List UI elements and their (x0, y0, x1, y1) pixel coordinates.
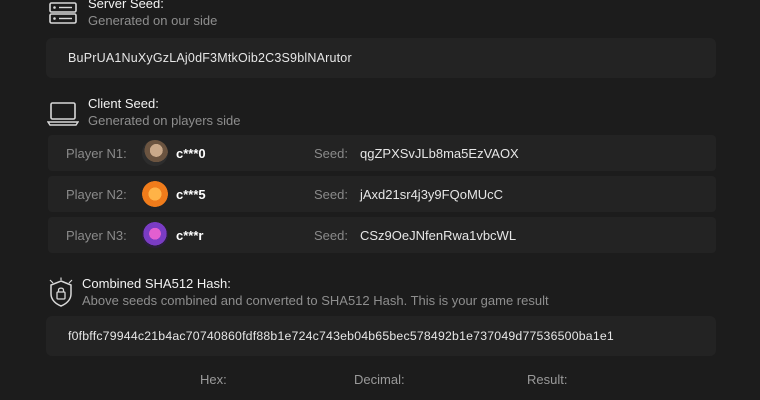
player-row: Player N3: c***r Seed: CSz9OeJNfenRwa1vb… (48, 217, 716, 253)
player-label: Player N1: (66, 145, 127, 161)
player-seed-value: jAxd21sr4j3y9FQoMUcC (360, 186, 504, 202)
player-label: Player N2: (66, 186, 127, 202)
hash-header: Combined SHA512 Hash: Above seeds combin… (44, 276, 549, 310)
server-seed-title: Server Seed: (88, 0, 164, 11)
decimal-label: Decimal: (354, 372, 405, 387)
seed-label: Seed: (314, 227, 348, 243)
client-seed-title: Client Seed: (88, 96, 159, 111)
player-label: Player N3: (66, 227, 127, 243)
server-seed-value: BuPrUA1NuXyGzLAj0dF3MtkOib2C3S9blNArutor (68, 51, 352, 65)
client-seed-subtitle: Generated on players side (88, 113, 241, 128)
player-row: Player N2: c***5 Seed: jAxd21sr4j3y9FQoM… (48, 176, 716, 212)
result-label: Result: (527, 372, 568, 387)
shield-lock-icon (44, 276, 78, 310)
seed-label: Seed: (314, 145, 348, 161)
client-seed-header: Client Seed: Generated on players side (46, 96, 240, 130)
hash-subtitle: Above seeds combined and converted to SH… (82, 293, 549, 308)
player-name: c***0 (176, 145, 206, 161)
player-seed-value: qgZPXSvJLb8ma5EzVAOX (360, 145, 519, 161)
hash-title: Combined SHA512 Hash: (82, 276, 231, 291)
player-name: c***r (176, 227, 204, 243)
player-row: Player N1: c***0 Seed: qgZPXSvJLb8ma5EzV… (48, 135, 716, 171)
player-seed-value: CSz9OeJNfenRwa1vbcWL (360, 227, 517, 243)
server-seed-header: Server Seed: Generated on our side (46, 0, 217, 30)
hex-label: Hex: (200, 372, 227, 387)
laptop-icon (46, 96, 80, 130)
server-seed-value-box: BuPrUA1NuXyGzLAj0dF3MtkOib2C3S9blNArutor (46, 38, 716, 78)
avatar (142, 222, 168, 248)
avatar (142, 181, 168, 207)
server-seed-subtitle: Generated on our side (88, 13, 218, 28)
hash-value-box: f0fbffc79944c21b4ac70740860fdf88b1e724c7… (46, 316, 716, 356)
avatar (142, 140, 168, 166)
seed-label: Seed: (314, 186, 348, 202)
player-name: c***5 (176, 186, 206, 202)
server-icon (46, 0, 80, 30)
hash-value: f0fbffc79944c21b4ac70740860fdf88b1e724c7… (68, 329, 614, 343)
